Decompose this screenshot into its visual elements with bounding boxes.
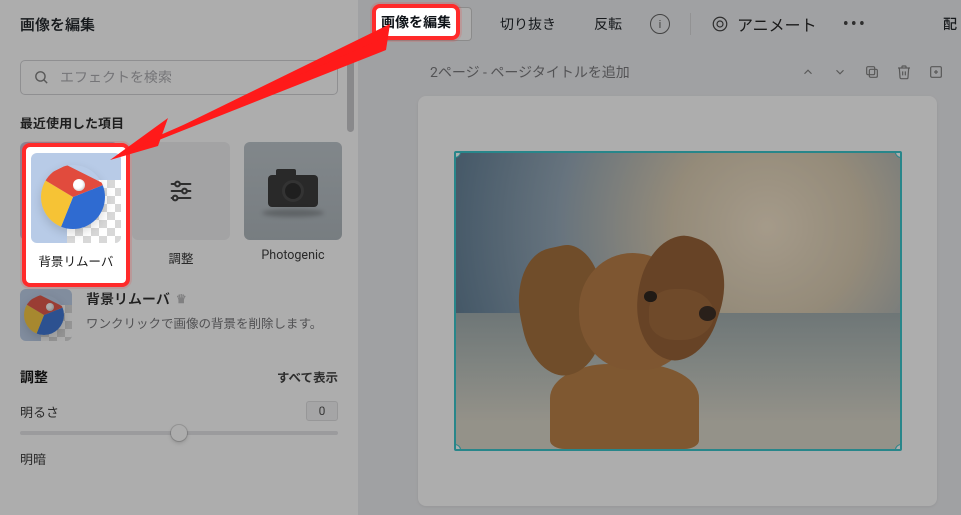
selected-image[interactable] xyxy=(454,151,902,451)
page-title[interactable]: 2ページ - ページタイトルを追加 xyxy=(430,62,630,82)
slider-knob[interactable] xyxy=(171,425,187,441)
duplicate-page-button[interactable] xyxy=(863,63,881,81)
flip-button[interactable]: 反転 xyxy=(584,8,632,40)
delete-page-button[interactable] xyxy=(895,63,913,81)
brightness-label: 明るさ xyxy=(20,402,59,421)
tile-photogenic[interactable]: Photogenic xyxy=(244,142,342,267)
animate-icon xyxy=(711,15,729,33)
page-up-button[interactable] xyxy=(799,63,817,81)
premium-icon: ♛ xyxy=(176,292,187,306)
crop-button[interactable]: 切り抜き xyxy=(490,8,566,40)
recent-section-title: 最近使用した項目 xyxy=(20,113,338,132)
tile-adjust[interactable]: 調整 xyxy=(132,142,230,267)
more-button[interactable]: ••• xyxy=(835,10,875,39)
top-toolbar: 画像を編集 画像を編集 切り抜き 反転 i アニメート ••• 配 xyxy=(0,0,961,48)
search-icon xyxy=(33,69,50,86)
search-input[interactable] xyxy=(60,70,325,86)
scrollbar[interactable] xyxy=(347,58,354,132)
canvas-area: 2ページ - ページタイトルを追加 xyxy=(358,0,961,515)
tile-label: 調整 xyxy=(168,248,193,267)
feature-title: 背景リムーバ xyxy=(86,289,170,309)
info-icon[interactable]: i xyxy=(650,14,670,34)
adjust-section-title: 調整 xyxy=(20,367,48,387)
resize-handle[interactable] xyxy=(668,151,688,153)
highlight-bg-remover-tile: 背景リムーバ xyxy=(22,143,130,287)
resize-handle[interactable] xyxy=(454,444,461,451)
panel-title: 画像を編集 xyxy=(20,14,95,35)
add-page-button[interactable] xyxy=(927,63,945,81)
toolbar-separator xyxy=(690,13,691,35)
animate-label: アニメート xyxy=(737,12,817,36)
animate-button[interactable]: アニメート xyxy=(711,12,817,36)
feature-bg-remover[interactable]: 背景リムーバ ♛ ワンクリックで画像の背景を削除します。 xyxy=(20,289,338,341)
contrast-label: 明暗 xyxy=(20,449,46,468)
feature-desc: ワンクリックで画像の背景を削除します。 xyxy=(86,313,322,332)
highlight-tile-label: 背景リムーバ xyxy=(35,249,118,272)
brightness-value[interactable]: 0 xyxy=(306,401,338,421)
page-canvas[interactable] xyxy=(418,96,937,506)
search-input-wrap[interactable] xyxy=(20,60,338,95)
dog-photo xyxy=(456,153,900,449)
resize-handle[interactable] xyxy=(895,444,902,451)
contrast-slider[interactable]: 明暗 xyxy=(20,449,338,468)
highlight-edit-image: 画像を編集 xyxy=(372,4,460,40)
resize-handle[interactable] xyxy=(454,291,456,311)
tile-label: Photogenic xyxy=(261,248,324,263)
show-all-button[interactable]: すべて表示 xyxy=(277,367,338,386)
brightness-slider[interactable]: 明るさ 0 xyxy=(20,401,338,435)
resize-handle[interactable] xyxy=(668,449,688,451)
page-down-button[interactable] xyxy=(831,63,849,81)
highlight-edit-image-label: 画像を編集 xyxy=(381,12,451,32)
sliders-icon xyxy=(132,142,230,240)
resize-handle[interactable] xyxy=(900,291,902,311)
align-button[interactable]: 配 xyxy=(943,14,961,34)
